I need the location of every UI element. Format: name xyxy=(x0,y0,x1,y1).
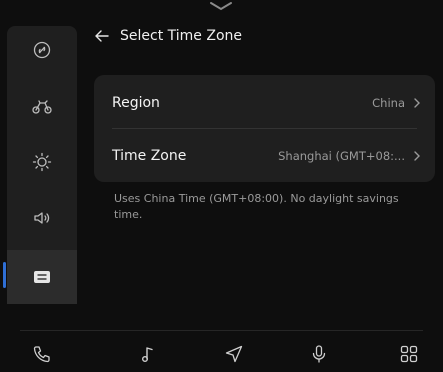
system-settings-icon xyxy=(34,271,50,283)
region-row[interactable]: Region China xyxy=(112,77,421,129)
dock-microphone-button[interactable] xyxy=(305,340,333,368)
phone-icon xyxy=(33,346,50,363)
pull-down-handle[interactable] xyxy=(199,0,243,20)
page-header: Select Time Zone xyxy=(94,22,242,50)
chevron-right-icon xyxy=(414,151,420,161)
sidebar-item-volume[interactable] xyxy=(7,194,77,242)
time-zone-value: Shanghai (GMT+08:... xyxy=(278,149,405,163)
dock-divider xyxy=(20,330,423,331)
active-indicator xyxy=(3,262,6,288)
chevron-down-icon xyxy=(210,2,232,11)
dock-music-button[interactable] xyxy=(134,340,162,368)
region-label: Region xyxy=(112,95,160,111)
sidebar-item-brightness[interactable] xyxy=(7,138,77,186)
row-divider xyxy=(112,128,417,129)
dock-phone-button[interactable] xyxy=(28,340,56,368)
settings-sidebar xyxy=(7,26,77,304)
music-icon xyxy=(141,347,153,362)
time-zone-label: Time Zone xyxy=(112,148,187,164)
apps-grid-icon xyxy=(400,345,418,363)
time-zone-row[interactable]: Time Zone Shanghai (GMT+08:... xyxy=(112,130,421,182)
vehicle-icon xyxy=(32,100,52,114)
dock-apps-button[interactable] xyxy=(395,340,423,368)
microphone-icon xyxy=(312,345,326,363)
navigation-icon xyxy=(225,345,243,363)
time-zone-note: Uses China Time (GMT+08:00). No daylight… xyxy=(114,192,399,221)
time-settings-card: Region China Time Zone Shanghai (GMT+08:… xyxy=(94,75,435,182)
sidebar-item-vehicle[interactable] xyxy=(7,82,77,130)
dock-navigation-button[interactable] xyxy=(220,340,248,368)
brightness-icon xyxy=(32,152,52,172)
page-title: Select Time Zone xyxy=(120,28,242,44)
region-value: China xyxy=(372,96,405,110)
sidebar-item-system[interactable] xyxy=(7,250,77,304)
arrow-left-icon[interactable] xyxy=(94,29,110,43)
sidebar-item-link[interactable] xyxy=(7,26,77,74)
chevron-right-icon xyxy=(414,98,420,108)
link-icon xyxy=(33,41,51,59)
volume-icon xyxy=(34,212,50,224)
